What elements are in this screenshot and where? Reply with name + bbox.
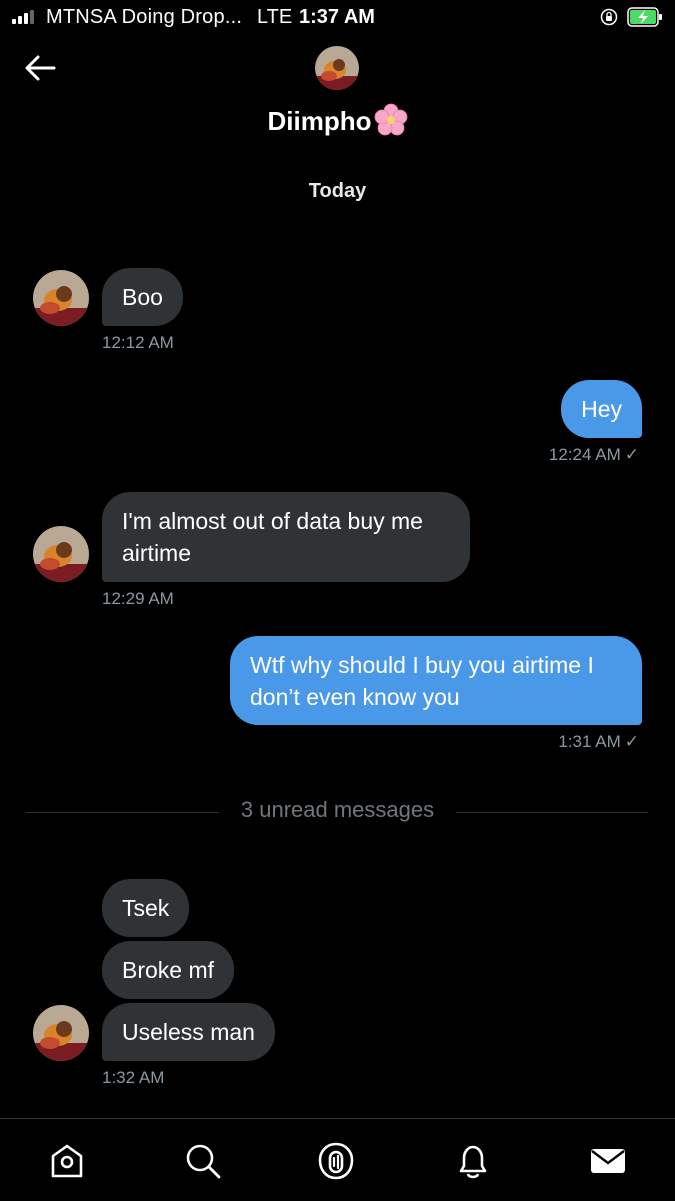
back-arrow-icon[interactable] xyxy=(22,52,58,84)
notifications-icon[interactable] xyxy=(453,1141,493,1181)
day-separator: Today xyxy=(308,180,367,202)
message-timestamp: 12:24 AM ✓ xyxy=(549,445,639,465)
sender-avatar[interactable] xyxy=(33,270,89,326)
message-bubble-incoming[interactable]: Tsek xyxy=(102,879,190,937)
home-icon[interactable] xyxy=(47,1141,87,1181)
sender-avatar[interactable] xyxy=(33,526,89,582)
carrier-name: MTNSA Doing Drop... xyxy=(46,6,243,28)
status-bar: MTNSA Doing Drop... LTE 1:37 AM xyxy=(0,0,675,36)
contact-name-text: Diimpho xyxy=(267,106,372,136)
message-bubble-outgoing[interactable]: Hey xyxy=(561,380,642,438)
sent-check-icon: ✓ xyxy=(624,732,639,751)
unread-messages-divider: 3 unread messages xyxy=(240,797,435,822)
cherry-blossom-icon xyxy=(374,103,407,136)
spaces-icon[interactable] xyxy=(316,1141,356,1181)
header-avatar[interactable] xyxy=(315,46,359,90)
battery-icon xyxy=(627,7,662,27)
message-bubble-incoming[interactable]: Boo xyxy=(102,268,183,326)
message-bubble-outgoing[interactable]: Wtf why should I buy you airtime I don’t… xyxy=(230,636,642,725)
network-type: LTE xyxy=(257,6,293,28)
message-bubble-incoming[interactable]: I'm almost out of data buy me airtime xyxy=(102,492,470,582)
message-timestamp: 1:31 AM ✓ xyxy=(558,732,639,752)
search-icon[interactable] xyxy=(183,1141,223,1181)
message-timestamp: 12:29 AM xyxy=(102,589,174,608)
message-bubble-incoming[interactable]: Broke mf xyxy=(102,941,235,999)
messages-icon[interactable] xyxy=(588,1141,628,1181)
sender-avatar[interactable] xyxy=(33,1005,89,1061)
signal-icon xyxy=(12,8,34,24)
sent-check-icon: ✓ xyxy=(624,445,639,464)
message-time-text: 1:31 AM xyxy=(558,732,621,751)
message-time-text: 12:24 AM xyxy=(548,445,621,464)
contact-name[interactable]: Diimpho xyxy=(0,103,675,140)
message-bubble-incoming[interactable]: Useless man xyxy=(102,1003,275,1061)
bottom-navigation xyxy=(0,1118,675,1201)
status-time: 1:37 AM xyxy=(299,6,375,28)
orientation-lock-icon xyxy=(600,8,618,26)
message-timestamp: 12:12 AM xyxy=(102,333,174,352)
message-timestamp: 1:32 AM xyxy=(102,1068,165,1087)
